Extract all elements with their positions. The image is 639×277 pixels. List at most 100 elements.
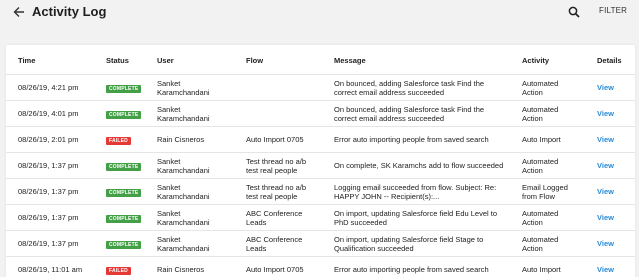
view-details-link[interactable]: View: [597, 187, 614, 196]
view-details-link[interactable]: View: [597, 239, 614, 248]
activity-line: Auto Import: [522, 265, 561, 274]
user-line: Karamchandani: [157, 88, 210, 97]
status-badge: COMPLETE: [106, 215, 142, 223]
flow-cell: Auto Import 0705: [246, 265, 304, 274]
message-cell: On import, updating Salesforce field Sta…: [334, 235, 520, 253]
status-badge: FAILED: [106, 137, 131, 145]
user-line: Karamchandani: [157, 244, 210, 253]
view-details-link[interactable]: View: [597, 109, 614, 118]
flow-line: Auto Import 0705: [246, 135, 304, 144]
view-details-link[interactable]: View: [597, 265, 614, 274]
flow-cell: ABC Conference Leads: [246, 235, 302, 253]
time-cell: 08/26/19, 4:21 pm: [18, 83, 79, 92]
flow-line: Test thread no a/b: [246, 157, 307, 166]
table-row: 08/26/19, 1:37 pm COMPLETE Sanket Karamchan…: [6, 230, 635, 256]
search-icon[interactable]: [566, 4, 582, 20]
flow-line: Test thread no a/b: [246, 183, 307, 192]
filter-button[interactable]: FILTER: [599, 6, 627, 15]
message-line: On import, updating Salesforce field Sta…: [334, 235, 484, 244]
user-cell: Sanket Karamchandani: [157, 105, 210, 123]
column-header-time: Time: [18, 56, 36, 65]
activity-line: Email Logged: [522, 183, 568, 192]
user-line: Sanket: [157, 105, 181, 114]
flow-cell: Test thread no a/b test real people: [246, 183, 306, 201]
column-header-flow: Flow: [246, 56, 264, 65]
user-line: Sanket: [157, 209, 181, 218]
time-cell: 08/26/19, 1:37 pm: [18, 187, 79, 196]
table-row: 08/26/19, 1:37 pm COMPLETE Sanket Karamchan…: [6, 204, 635, 230]
table-row: 08/26/19, 2:01 pm FAILED Rain Cisneros Auto…: [6, 126, 635, 152]
user-line: Rain Cisneros: [157, 265, 205, 274]
user-line: Rain Cisneros: [157, 135, 205, 144]
view-details-link[interactable]: View: [597, 83, 614, 92]
message-line: On complete, SK Karamchs add to flow suc…: [334, 161, 504, 170]
message-cell: On import, updating Salesforce field Edu…: [334, 209, 520, 227]
table-row: 08/26/19, 1:37 pm COMPLETE Sanket Karamchan…: [6, 178, 635, 204]
user-cell: Sanket Karamchandani: [157, 79, 210, 97]
activity-line: Automated: [522, 79, 559, 88]
activity-line: Action: [522, 114, 543, 123]
message-cell: On bounced, adding Salesforce task Find …: [334, 79, 520, 97]
status-cell: COMPLETE: [106, 239, 142, 249]
activity-cell: Auto Import: [522, 265, 561, 274]
status-badge: COMPLETE: [106, 163, 142, 171]
status-badge: COMPLETE: [106, 189, 142, 197]
user-cell: Sanket Karamchandani: [157, 235, 210, 253]
flow-line: Leads: [246, 218, 267, 227]
activity-line: Auto Import: [522, 135, 561, 144]
message-cell: On complete, SK Karamchs add to flow suc…: [334, 161, 520, 170]
flow-line: ABC Conference: [246, 209, 303, 218]
status-cell: COMPLETE: [106, 187, 142, 197]
status-badge: COMPLETE: [106, 241, 142, 249]
message-line: Error auto importing people from saved s…: [334, 135, 489, 144]
message-line: correct email address succeeded: [334, 114, 445, 123]
status-cell: FAILED: [106, 265, 131, 275]
activity-cell: Auto Import: [522, 135, 561, 144]
time-cell: 08/26/19, 1:37 pm: [18, 161, 79, 170]
column-header-user: User: [157, 56, 174, 65]
message-line: Qualification succeeded: [334, 244, 414, 253]
view-details-link[interactable]: View: [597, 135, 614, 144]
activity-line: Action: [522, 218, 543, 227]
flow-cell: Auto Import 0705: [246, 135, 304, 144]
flow-cell: Test thread no a/b test real people: [246, 157, 306, 175]
user-line: Sanket: [157, 235, 181, 244]
user-line: Karamchandani: [157, 218, 210, 227]
activity-cell: Email Logged from Flow: [522, 183, 568, 201]
status-cell: COMPLETE: [106, 161, 142, 171]
user-line: Karamchandani: [157, 166, 210, 175]
back-arrow-icon[interactable]: [10, 3, 28, 21]
flow-line: Auto Import 0705: [246, 265, 304, 274]
view-details-link[interactable]: View: [597, 161, 614, 170]
status-cell: COMPLETE: [106, 109, 142, 119]
activity-line: Automated: [522, 105, 559, 114]
message-cell: Error auto importing people from saved s…: [334, 265, 520, 274]
column-header-message: Message: [334, 56, 366, 65]
activity-line: Action: [522, 88, 543, 97]
activity-line: Automated: [522, 235, 559, 244]
user-line: Karamchandani: [157, 114, 210, 123]
activity-line: Action: [522, 244, 543, 253]
activity-line: Automated: [522, 209, 559, 218]
top-bar: Activity Log FILTER: [0, 0, 639, 26]
time-cell: 08/26/19, 2:01 pm: [18, 135, 79, 144]
activity-line: Action: [522, 166, 543, 175]
message-cell: Error auto importing people from saved s…: [334, 135, 520, 144]
table-row: 08/26/19, 11:01 am FAILED Rain Cisneros Aut…: [6, 256, 635, 277]
activity-cell: Automated Action: [522, 157, 558, 175]
activity-line: from Flow: [522, 192, 555, 201]
message-line: On bounced, adding Salesforce task Find …: [334, 79, 485, 88]
activity-cell: Automated Action: [522, 79, 558, 97]
message-line: correct email address succeeded: [334, 88, 445, 97]
status-cell: COMPLETE: [106, 213, 142, 223]
flow-cell: ABC Conference Leads: [246, 209, 302, 227]
time-cell: 08/26/19, 1:37 pm: [18, 239, 79, 248]
user-cell: Sanket Karamchandani: [157, 209, 210, 227]
activity-cell: Automated Action: [522, 105, 558, 123]
message-line: Error auto importing people from saved s…: [334, 265, 489, 274]
table-row: 08/26/19, 1:37 pm COMPLETE Sanket Karamchan…: [6, 152, 635, 178]
activity-line: Automated: [522, 157, 559, 166]
flow-line: ABC Conference: [246, 235, 303, 244]
view-details-link[interactable]: View: [597, 213, 614, 222]
status-cell: FAILED: [106, 135, 131, 145]
